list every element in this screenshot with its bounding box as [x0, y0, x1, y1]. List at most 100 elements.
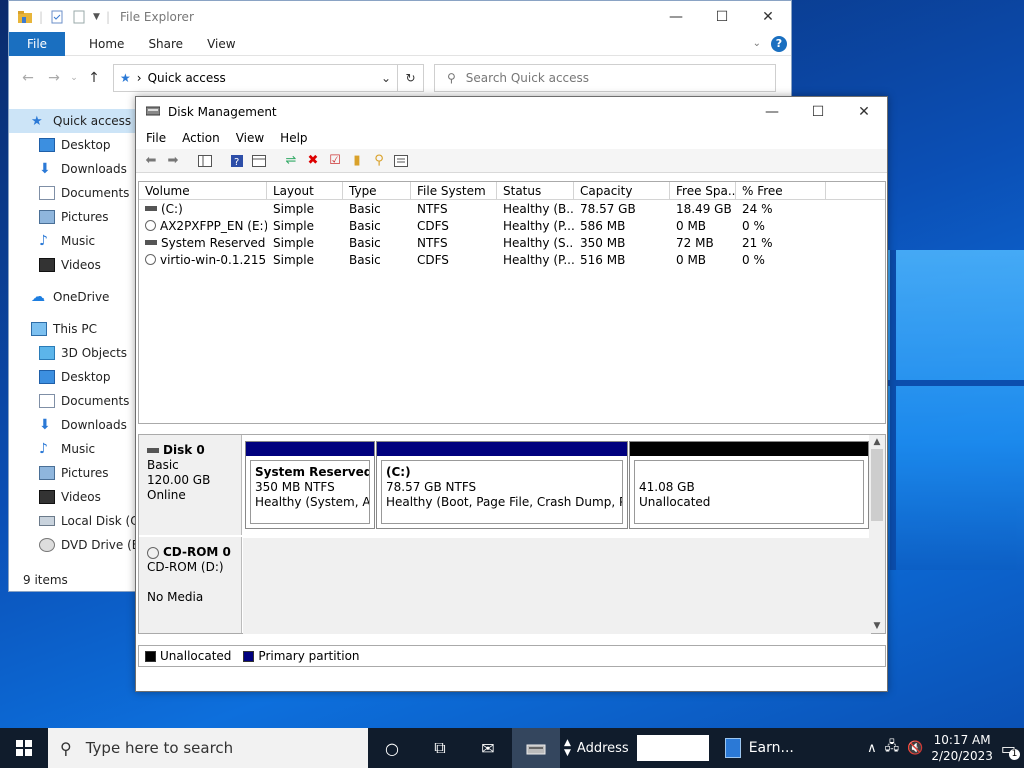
task-view-icon[interactable]: ⧉ [416, 728, 464, 768]
sidebar-item-documents[interactable]: Documents [9, 181, 137, 205]
col-capacity[interactable]: Capacity [574, 182, 670, 199]
forward-arrow-icon[interactable]: → [41, 70, 67, 86]
sidebar-item-pc-music[interactable]: ♪ Music [9, 437, 137, 461]
cdrom-0-label[interactable]: CD-ROM 0 CD-ROM (D:) No Media [139, 537, 242, 633]
dm-minimize-button[interactable]: — [749, 97, 795, 127]
sidebar-item-this-pc[interactable]: This PC [9, 317, 137, 341]
partition-unallocated[interactable]: 41.08 GB Unallocated [629, 441, 869, 529]
up-arrow-icon[interactable]: ↑ [81, 70, 107, 86]
minimize-button[interactable]: — [653, 1, 699, 32]
delete-icon[interactable]: ✖ [304, 152, 322, 170]
properties-icon[interactable] [49, 9, 65, 25]
scroll-down-icon[interactable]: ▼ [869, 619, 885, 633]
clock[interactable]: 10:17 AM 2/20/2023 [931, 732, 993, 764]
sidebar-item-dvd-drive[interactable]: DVD Drive (E:) [9, 533, 148, 557]
network-icon[interactable]: 🖧 [885, 737, 900, 759]
dm-maximize-button[interactable]: ☐ [795, 97, 841, 127]
ribbon-file-tab[interactable]: File [9, 31, 65, 56]
scroll-up-icon[interactable]: ▲ [869, 435, 885, 449]
recent-dropdown-icon[interactable]: ⌄ [67, 73, 81, 83]
tray-expand-icon[interactable]: ∧ [867, 741, 877, 756]
sidebar-item-pc-pictures[interactable]: Pictures [9, 461, 137, 485]
partition-system-reserved[interactable]: System Reserved 350 MB NTFS Healthy (Sys… [245, 441, 375, 529]
ribbon-tab-view[interactable]: View [207, 37, 235, 51]
qat-dropdown-icon[interactable]: ▼ [93, 12, 100, 22]
close-button[interactable]: ✕ [745, 1, 791, 32]
legend-unallocated: Unallocated [160, 649, 232, 663]
cortana-icon[interactable]: ○ [368, 728, 416, 768]
toolbar-expand-icon[interactable]: ▲ ▼ [564, 738, 571, 758]
graph-scrollbar[interactable]: ▲ ▼ [869, 435, 885, 633]
col-percent-free[interactable]: % Free [736, 182, 826, 199]
col-free-space[interactable]: Free Spa... [670, 182, 736, 199]
col-layout[interactable]: Layout [267, 182, 343, 199]
disk-management-taskbar-icon[interactable] [512, 728, 560, 768]
volume-muted-icon[interactable]: 🔇 [907, 741, 923, 756]
forward-icon[interactable]: ➡ [164, 152, 182, 170]
sidebar-item-pc-desktop[interactable]: Desktop [9, 365, 137, 389]
menu-view[interactable]: View [236, 131, 264, 145]
address-bar[interactable]: ★ › Quick access ⌄ [113, 64, 398, 92]
checklist-icon[interactable]: ☑ [326, 152, 344, 170]
list-view-icon[interactable] [392, 152, 410, 170]
sidebar-item-music[interactable]: ♪ Music [9, 229, 137, 253]
dvd-icon [39, 538, 55, 552]
sidebar-item-downloads[interactable]: ⬇ Downloads [9, 157, 137, 181]
taskbar-search-input[interactable]: ⚲ Type here to search [48, 728, 368, 768]
disk-0-label[interactable]: Disk 0 Basic 120.00 GB Online [139, 435, 242, 535]
mail-icon[interactable]: ✉ [464, 728, 512, 768]
connect-icon[interactable]: ⇌ [282, 152, 300, 170]
sidebar-item-pictures[interactable]: Pictures [9, 205, 137, 229]
sidebar-item-videos[interactable]: Videos [9, 253, 137, 277]
help-book-icon[interactable]: ? [228, 152, 246, 170]
partition-c-drive[interactable]: (C:) 78.57 GB NTFS Healthy (Boot, Page F… [376, 441, 628, 529]
col-volume[interactable]: Volume [139, 182, 267, 199]
menu-help[interactable]: Help [280, 131, 307, 145]
earn-app-button[interactable]: Earn... [724, 738, 794, 758]
col-type[interactable]: Type [343, 182, 411, 199]
ribbon-tab-home[interactable]: Home [89, 37, 124, 51]
dm-toolbar: ⬅ ➡ ? ⇌ ✖ ☑ ▮ ⚲ [136, 149, 887, 173]
sidebar-item-3d-objects[interactable]: 3D Objects [9, 341, 137, 365]
videos-icon [39, 258, 55, 272]
search-input[interactable]: ⚲ Search Quick access [434, 64, 776, 92]
new-folder-icon[interactable] [71, 9, 87, 25]
volume-list-header: Volume Layout Type File System Status Ca… [139, 182, 885, 200]
ribbon-tabs: File Home Share View ⌄ ? [9, 31, 791, 56]
start-button[interactable] [0, 728, 48, 768]
help-icon[interactable]: ? [771, 35, 787, 52]
refresh-button[interactable]: ↻ [398, 64, 424, 92]
menu-action[interactable]: Action [182, 131, 220, 145]
star-icon: ★ [31, 114, 43, 129]
sidebar-item-pc-downloads[interactable]: ⬇ Downloads [9, 413, 137, 437]
ribbon-expand-icon[interactable]: ⌄ [753, 38, 761, 49]
table-row[interactable]: System Reserved Simple Basic NTFS Health… [139, 234, 885, 251]
table-row[interactable]: (C:) Simple Basic NTFS Healthy (B... 78.… [139, 200, 885, 217]
properties-pane-icon[interactable] [250, 152, 268, 170]
desktop-logo-glow [870, 250, 1024, 570]
sidebar-item-pc-videos[interactable]: Videos [9, 485, 137, 509]
ribbon-tab-share[interactable]: Share [148, 37, 183, 51]
sidebar-item-local-disk[interactable]: Local Disk (C:) [9, 509, 147, 533]
sidebar-item-desktop[interactable]: Desktop [9, 133, 137, 157]
dm-close-button[interactable]: ✕ [841, 97, 887, 127]
address-dropdown-icon[interactable]: ⌄ [381, 71, 397, 85]
col-file-system[interactable]: File System [411, 182, 497, 199]
col-status[interactable]: Status [497, 182, 574, 199]
import-folder-icon[interactable]: ▮ [348, 152, 366, 170]
menu-file[interactable]: File [146, 131, 166, 145]
navigation-pane: ★ Quick access Desktop ⬇ Downloads Docum… [9, 109, 148, 557]
maximize-button[interactable]: ☐ [699, 1, 745, 32]
table-row[interactable]: AX2PXFPP_EN (E:) Simple Basic CDFS Healt… [139, 217, 885, 234]
table-row[interactable]: virtio-win-0.1.215 ... Simple Basic CDFS… [139, 251, 885, 268]
notification-icon[interactable]: ▭ 1 [1001, 739, 1020, 760]
show-hide-tree-icon[interactable] [196, 152, 214, 170]
scroll-thumb[interactable] [871, 449, 883, 521]
back-icon[interactable]: ⬅ [142, 152, 160, 170]
back-arrow-icon[interactable]: ← [15, 70, 41, 86]
address-toolbar-input[interactable] [636, 735, 709, 761]
sidebar-item-onedrive[interactable]: ☁ OneDrive [9, 285, 137, 309]
sidebar-item-pc-documents[interactable]: Documents [9, 389, 137, 413]
sidebar-item-quick-access[interactable]: ★ Quick access [9, 109, 137, 133]
search-folder-icon[interactable]: ⚲ [370, 152, 388, 170]
